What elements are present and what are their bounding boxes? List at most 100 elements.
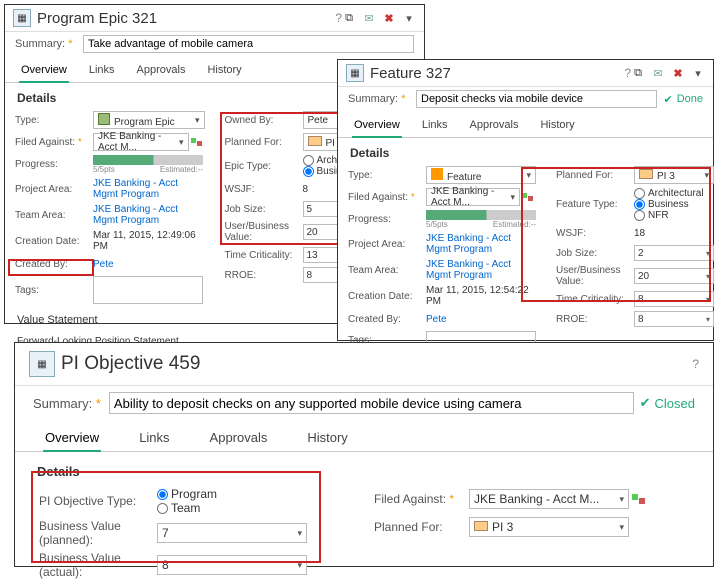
filed-select[interactable]: JKE Banking - Acct M... — [426, 188, 520, 206]
feature-type-icon: ▦ — [346, 64, 364, 82]
menu-icon[interactable]: ▾ — [402, 11, 416, 25]
tab-overview[interactable]: Overview — [43, 426, 101, 451]
tab-approvals[interactable]: Approvals — [208, 426, 270, 451]
tab-links[interactable]: Links — [87, 60, 117, 82]
filed-label: Filed Against: * — [374, 492, 469, 506]
help-icon[interactable]: ? — [624, 66, 631, 80]
summary-input[interactable] — [109, 392, 634, 414]
details-header: Details — [15, 452, 713, 485]
tags-label: Tags: — [15, 285, 93, 296]
tab-overview[interactable]: Overview — [352, 115, 402, 137]
filed-label: Filed Against: * — [348, 192, 426, 203]
epic-type-icon: ▦ — [13, 9, 31, 27]
tags-input[interactable] — [93, 276, 203, 304]
planned-select[interactable]: PI 3 — [469, 517, 629, 537]
tab-history[interactable]: History — [205, 60, 243, 82]
epictype-label: Epic Type: — [225, 161, 303, 172]
planned-label: Planned For: — [374, 520, 469, 534]
details-header: Details — [338, 138, 713, 164]
cdate-value: Mar 11, 2015, 12:54:22 PM — [426, 285, 536, 307]
rroe-select[interactable]: 8 — [634, 311, 714, 327]
closed-status: Closed — [640, 395, 695, 411]
window-title: PI Objective 459 — [61, 353, 688, 375]
tab-links[interactable]: Links — [137, 426, 171, 451]
tab-links[interactable]: Links — [420, 115, 450, 137]
filed-pair-icon[interactable] — [629, 490, 649, 508]
summary-row: Summary: * — [5, 32, 424, 56]
mail-icon[interactable]: ✉ — [362, 11, 376, 25]
progress-bar — [426, 210, 536, 220]
wsjf-value: 18 — [634, 228, 714, 239]
cdate-label: Creation Date: — [15, 236, 93, 247]
feature-window: ▦ Feature 327 ? ⧉ ✉ ✖ ▾ Summary: * Done … — [337, 59, 714, 341]
tab-history[interactable]: History — [305, 426, 349, 451]
bvp-select[interactable]: 7 — [157, 523, 307, 543]
tab-approvals[interactable]: Approvals — [468, 115, 521, 137]
ubv-label: User/Business Value: — [556, 265, 634, 287]
cdate-value: Mar 11, 2015, 12:49:06 PM — [93, 230, 205, 252]
job-select[interactable]: 2 — [634, 245, 714, 261]
job-label: Job Size: — [225, 204, 303, 215]
title-actions: ⧉ ✉ ✖ ▾ — [342, 11, 416, 25]
filed-select[interactable]: JKE Banking - Acct M... — [93, 133, 189, 151]
copy-icon[interactable]: ⧉ — [342, 11, 356, 25]
filed-label: Filed Against: * — [15, 137, 93, 148]
cby-link[interactable]: Pete — [93, 259, 205, 270]
job-label: Job Size: — [556, 248, 634, 259]
copy-icon[interactable]: ⧉ — [631, 66, 645, 80]
titlebar: ▦ Program Epic 321 ? ⧉ ✉ ✖ ▾ — [5, 5, 424, 32]
planned-label: Planned For: — [556, 170, 634, 181]
help-icon[interactable]: ? — [692, 357, 699, 371]
progress-bar — [93, 155, 203, 165]
cdate-label: Creation Date: — [348, 291, 426, 302]
ftype-nfr[interactable]: NFR — [634, 210, 714, 221]
cby-label: Created By: — [348, 314, 426, 325]
team-label: Team Area: — [15, 210, 93, 221]
project-link[interactable]: JKE Banking - Acct Mgmt Program — [93, 178, 205, 200]
type-select[interactable]: Program Epic — [93, 111, 205, 129]
close-icon[interactable]: ✖ — [671, 66, 685, 80]
ubv-select[interactable]: 20 — [634, 268, 714, 284]
team-label: Team Area: — [348, 265, 426, 276]
window-title: Program Epic 321 — [37, 10, 331, 27]
rroe-label: RROE: — [556, 314, 634, 325]
pi-objective-window: ▦ PI Objective 459 ? Summary: * Closed O… — [14, 342, 714, 567]
tc-label: Time Criticality: — [556, 294, 634, 305]
team-link[interactable]: JKE Banking - Acct Mgmt Program — [426, 259, 536, 281]
pitype-program[interactable]: Program — [157, 487, 354, 501]
menu-icon[interactable]: ▾ — [691, 66, 705, 80]
tab-overview[interactable]: Overview — [19, 60, 69, 82]
project-link[interactable]: JKE Banking - Acct Mgmt Program — [426, 233, 536, 255]
summary-label: Summary: * — [33, 396, 103, 411]
filed-pair-icon[interactable] — [189, 135, 205, 149]
tc-select[interactable]: 8 — [634, 291, 714, 307]
mail-icon[interactable]: ✉ — [651, 66, 665, 80]
done-status: Done — [663, 93, 703, 106]
filed-select[interactable]: JKE Banking - Acct M... — [469, 489, 629, 509]
bva-select[interactable]: 8 — [157, 555, 307, 575]
planned-select[interactable]: PI 3 — [634, 166, 714, 184]
pitype-team[interactable]: Team — [157, 501, 354, 515]
owned-label: Owned By: — [225, 115, 303, 126]
project-label: Project Area: — [348, 239, 426, 250]
progress-label: Progress: — [348, 214, 426, 225]
team-link[interactable]: JKE Banking - Acct Mgmt Program — [93, 204, 205, 226]
type-select[interactable]: Feature — [426, 166, 536, 184]
summary-label: Summary: * — [348, 93, 410, 105]
tc-label: Time Criticality: — [225, 250, 303, 261]
summary-input[interactable] — [83, 35, 414, 53]
summary-input[interactable] — [416, 90, 657, 108]
ftype-label: Feature Type: — [556, 199, 634, 210]
planned-label: Planned For: — [225, 137, 303, 148]
help-icon[interactable]: ? — [335, 11, 342, 25]
filed-pair-icon[interactable] — [520, 190, 536, 204]
ubv-label: User/Business Value: — [225, 221, 303, 243]
tab-approvals[interactable]: Approvals — [135, 60, 188, 82]
project-label: Project Area: — [15, 184, 93, 195]
ftype-business[interactable]: Business — [634, 199, 714, 210]
cby-link[interactable]: Pete — [426, 314, 536, 325]
ftype-arch[interactable]: Architectural — [634, 188, 714, 199]
close-icon[interactable]: ✖ — [382, 11, 396, 25]
tab-history[interactable]: History — [538, 115, 576, 137]
window-title: Feature 327 — [370, 65, 620, 82]
